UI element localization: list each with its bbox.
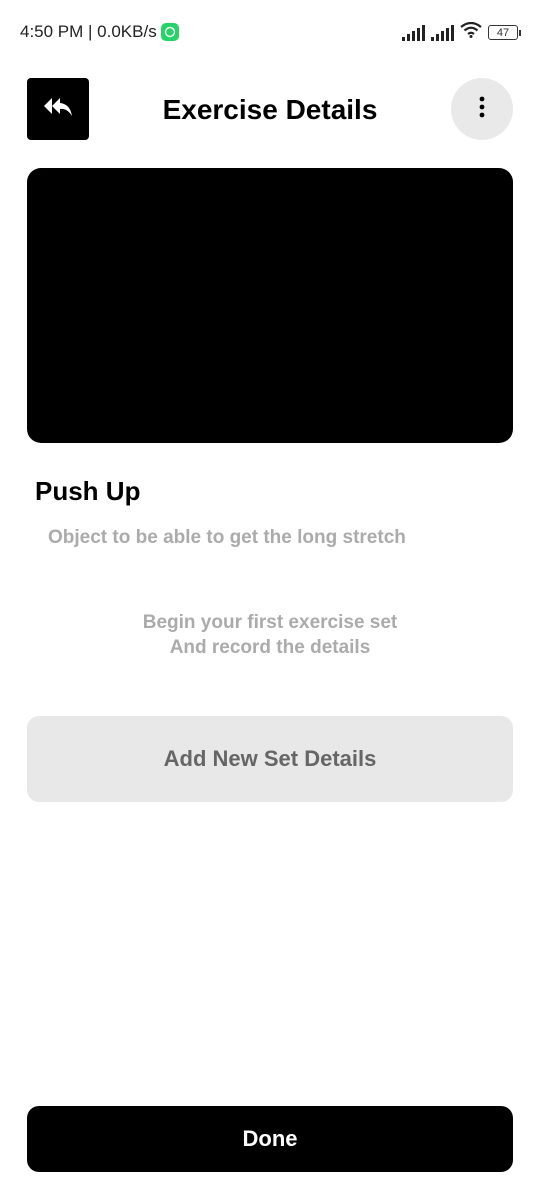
more-vertical-icon bbox=[479, 96, 485, 123]
status-left: 4:50 PM | 0.0KB/s bbox=[20, 22, 179, 42]
signal-icon bbox=[402, 24, 425, 41]
status-right: 47 bbox=[402, 21, 521, 43]
status-time-speed: 4:50 PM | 0.0KB/s bbox=[20, 22, 157, 41]
wifi-icon bbox=[460, 21, 482, 43]
signal-icon bbox=[431, 24, 454, 41]
exercise-video[interactable] bbox=[27, 168, 513, 443]
done-button[interactable]: Done bbox=[27, 1106, 513, 1172]
empty-state-line2: And record the details bbox=[169, 637, 371, 658]
whatsapp-icon bbox=[160, 23, 179, 41]
empty-state-line1: Begin your first exercise set bbox=[142, 612, 398, 633]
add-new-set-button[interactable]: Add New Set Details bbox=[27, 716, 513, 802]
exercise-description: Object to be able to get the long stretc… bbox=[48, 527, 406, 548]
exercise-name: Push Up bbox=[35, 476, 141, 506]
empty-state-message: Begin your first exercise set And record… bbox=[0, 610, 540, 660]
more-options-button[interactable] bbox=[451, 78, 513, 140]
battery-icon: 47 bbox=[488, 25, 521, 40]
status-bar: 4:50 PM | 0.0KB/s 47 bbox=[0, 0, 540, 64]
